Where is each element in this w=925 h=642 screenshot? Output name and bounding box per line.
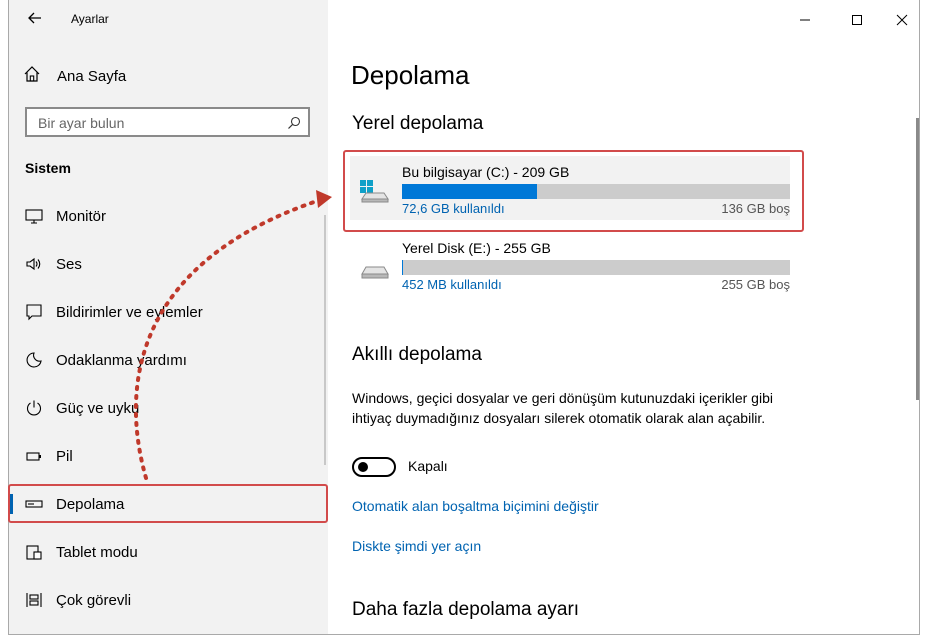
nav-home[interactable]: Ana Sayfa: [23, 64, 126, 88]
sidebar-item-label: Tablet modu: [56, 543, 138, 561]
main-scrollbar[interactable]: [916, 118, 919, 400]
section-title: Sistem: [25, 160, 71, 176]
sidebar-item-focus-assist[interactable]: Odaklanma yardımı: [9, 340, 328, 380]
page-title: Depolama: [351, 60, 470, 90]
drive-used: 452 MB kullanıldı: [402, 277, 502, 292]
search-icon[interactable]: [287, 116, 301, 130]
search-placeholder: Bir ayar bulun: [38, 115, 125, 131]
sidebar-item-label: Pil: [56, 447, 73, 465]
sidebar-item-label: Ses: [56, 255, 82, 273]
moon-icon: [25, 351, 43, 369]
sidebar-item-multitask[interactable]: Çok görevli: [9, 580, 328, 620]
sidebar-item-power[interactable]: Güç ve uyku: [9, 388, 328, 428]
storage-sense-toggle[interactable]: [352, 457, 396, 477]
main-panel: Depolama Yerel depolama Bu bilgisayar (C…: [328, 0, 919, 634]
change-auto-free-link[interactable]: Otomatik alan boşaltma biçimini değiştir: [352, 498, 599, 514]
maximize-icon[interactable]: [847, 10, 867, 30]
toggle-knob: [358, 462, 368, 472]
battery-icon: [25, 447, 43, 465]
sidebar-item-tablet[interactable]: Tablet modu: [9, 532, 328, 572]
home-icon: [23, 65, 41, 88]
sidebar-item-sound[interactable]: Ses: [9, 244, 328, 284]
sidebar-item-label: Monitör: [56, 207, 107, 225]
drive-usage-bar: [402, 260, 790, 275]
minimize-icon[interactable]: [795, 10, 815, 30]
close-icon[interactable]: [892, 10, 912, 30]
drive-icon: [358, 248, 390, 280]
sidebar-item-label: Bildirimler ve eylemler: [56, 303, 203, 321]
smart-storage-title: Akıllı depolama: [352, 344, 482, 365]
settings-window: Ayarlar Ana Sayfa Bir ayar bulun Sistem …: [8, 0, 920, 635]
app-title: Ayarlar: [71, 12, 109, 26]
tablet-icon: [25, 543, 43, 561]
speaker-icon: [25, 255, 43, 273]
sidebar-scrollbar[interactable]: [324, 215, 326, 465]
multitask-icon: [25, 591, 43, 609]
drive-free: 255 GB boş: [721, 277, 790, 292]
drive-usage-fill: [402, 260, 403, 275]
sidebar-item-label: Güç ve uyku: [56, 399, 140, 417]
sidebar: Ayarlar Ana Sayfa Bir ayar bulun Sistem …: [9, 0, 328, 634]
sidebar-item-label: Çok görevli: [56, 591, 132, 609]
drive-name: Yerel Disk (E:) - 255 GB: [402, 240, 551, 256]
toggle-label: Kapalı: [408, 458, 448, 474]
sidebar-item-notifications[interactable]: Bildirimler ve eylemler: [9, 292, 328, 332]
sidebar-item-battery[interactable]: Pil: [9, 436, 328, 476]
back-arrow-icon[interactable]: [27, 10, 43, 26]
search-input[interactable]: Bir ayar bulun: [25, 107, 310, 137]
smart-storage-description: Windows, geçici dosyalar ve geri dönüşüm…: [352, 390, 773, 426]
drive-e[interactable]: Yerel Disk (E:) - 255 GB 452 MB kullanıl…: [350, 232, 790, 296]
nav-home-label: Ana Sayfa: [57, 67, 127, 85]
annotation-highlight-storage: [8, 484, 328, 523]
sidebar-item-monitor[interactable]: Monitör: [9, 196, 328, 236]
annotation-highlight-drive: [343, 150, 804, 232]
notification-icon: [25, 303, 43, 321]
more-storage-settings-title: Daha fazla depolama ayarı: [352, 599, 580, 620]
monitor-icon: [25, 207, 43, 225]
free-space-now-link[interactable]: Diskte şimdi yer açın: [352, 538, 481, 554]
sidebar-item-label: Odaklanma yardımı: [56, 351, 187, 369]
local-storage-title: Yerel depolama: [352, 113, 484, 134]
power-icon: [25, 399, 43, 417]
